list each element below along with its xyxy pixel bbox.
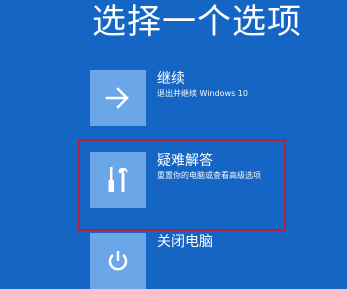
arrow-right-icon	[105, 87, 129, 109]
option-shutdown-title: 关闭电脑	[157, 234, 213, 250]
tools-icon	[108, 167, 128, 192]
option-troubleshoot-title: 疑难解答	[157, 153, 213, 169]
power-icon	[108, 251, 128, 271]
option-continue-title: 继续	[157, 71, 185, 87]
page-title: 选择一个选项	[92, 2, 302, 42]
option-troubleshoot-desc: 重置你的电脑或查看高级选项	[157, 171, 261, 180]
option-continue[interactable]: 继续 退出并继续 Windows 10	[90, 70, 330, 126]
shutdown-tile[interactable]	[90, 233, 146, 289]
option-troubleshoot[interactable]: 疑难解答 重置你的电脑或查看高级选项	[90, 152, 330, 208]
troubleshoot-tile[interactable]	[90, 152, 146, 208]
continue-tile[interactable]	[90, 70, 146, 126]
option-shutdown[interactable]: 关闭电脑	[90, 233, 330, 289]
option-continue-desc: 退出并继续 Windows 10	[157, 89, 248, 98]
